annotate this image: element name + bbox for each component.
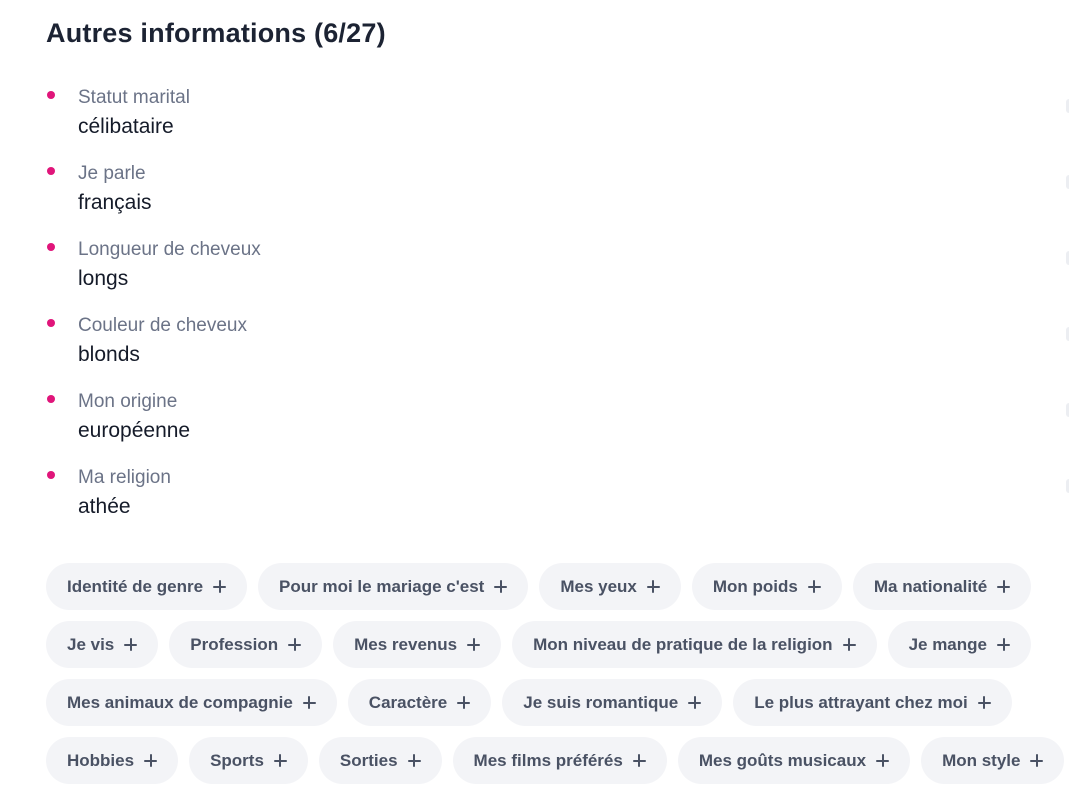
chip-label: Mon style: [942, 750, 1021, 770]
add-profession-chip[interactable]: Profession: [169, 621, 323, 668]
chip-row: Je vis Profession Mes revenus Mon niveau…: [46, 621, 1069, 668]
plus-icon: [646, 580, 660, 593]
plus-icon: [467, 638, 481, 651]
info-list: Statut marital célibataire Je parle fran…: [46, 84, 261, 540]
chip-label: Mes revenus: [354, 634, 458, 654]
bullet-dot-icon: [47, 167, 55, 175]
add-sports-chip[interactable]: Sports: [189, 737, 308, 784]
chip-label: Mes goûts musicaux: [698, 750, 867, 770]
chip-label: Pour moi le mariage c'est: [279, 576, 485, 596]
chip-label: Sorties: [339, 750, 398, 770]
chip-label: Identité de genre: [67, 576, 204, 596]
info-item-hair-color: Couleur de cheveux blonds: [46, 312, 261, 388]
chip-label: Profession: [190, 634, 279, 654]
chip-label: Mes yeux: [560, 576, 637, 596]
info-label: Je parle: [78, 163, 146, 184]
plus-icon: [1030, 754, 1044, 767]
bullet-dot-icon: [47, 471, 55, 479]
info-value: athée: [78, 495, 131, 518]
chip-row: Identité de genre Pour moi le mariage c'…: [46, 563, 1069, 610]
add-romantic-chip[interactable]: Je suis romantique: [502, 679, 723, 726]
plus-icon: [997, 638, 1010, 651]
add-style-chip[interactable]: Mon style: [921, 737, 1065, 784]
chip-label: Je suis romantique: [523, 692, 679, 712]
plus-icon: [977, 696, 991, 709]
info-label: Statut marital: [78, 87, 190, 108]
bullet-dot-icon: [47, 319, 55, 327]
bullet-dot-icon: [47, 243, 55, 251]
bullet-dot-icon: [47, 91, 55, 99]
info-label: Ma religion: [78, 467, 171, 488]
plus-icon: [288, 638, 302, 651]
plus-icon: [302, 696, 316, 709]
chip-label: Je mange: [908, 634, 987, 654]
section-title: Autres informations (6/27): [46, 18, 386, 48]
plus-icon: [273, 754, 287, 767]
plus-icon: [997, 580, 1011, 593]
add-most-attractive-chip[interactable]: Le plus attrayant chez moi: [733, 679, 1012, 726]
add-info-chips: Identité de genre Pour moi le mariage c'…: [46, 563, 1069, 790]
plus-icon: [457, 696, 471, 709]
chip-label: Ma nationalité: [873, 576, 988, 596]
plus-icon: [144, 754, 158, 767]
plus-icon: [213, 580, 227, 593]
plus-icon: [407, 754, 421, 767]
add-eyes-chip[interactable]: Mes yeux: [539, 563, 681, 610]
info-value: longs: [78, 267, 129, 290]
add-marriage-view-chip[interactable]: Pour moi le mariage c'est: [258, 563, 529, 610]
info-label: Mon origine: [78, 391, 178, 412]
profile-other-info-page: Autres informations (6/27) Statut marita…: [0, 0, 1069, 790]
chip-label: Hobbies: [67, 750, 135, 770]
chip-row: Mes animaux de compagnie Caractère Je su…: [46, 679, 1069, 726]
add-weight-chip[interactable]: Mon poids: [691, 563, 842, 610]
info-item-hair-length: Longueur de cheveux longs: [46, 236, 261, 312]
chip-label: Mes films préférés: [473, 750, 623, 770]
info-value: célibataire: [78, 115, 174, 138]
plus-icon: [124, 638, 138, 651]
chip-label: Mon niveau de pratique de la religion: [533, 634, 833, 654]
add-pets-chip[interactable]: Mes animaux de compagnie: [46, 679, 337, 726]
plus-icon: [632, 754, 646, 767]
info-item-religion: Ma religion athée: [46, 464, 261, 540]
add-favorite-films-chip[interactable]: Mes films préférés: [452, 737, 667, 784]
add-living-chip[interactable]: Je vis: [46, 621, 159, 668]
info-value: français: [78, 191, 152, 214]
info-value: européenne: [78, 419, 191, 442]
plus-icon: [842, 638, 856, 651]
chip-label: Le plus attrayant chez moi: [754, 692, 968, 712]
plus-icon: [807, 580, 821, 593]
add-income-chip[interactable]: Mes revenus: [333, 621, 502, 668]
info-label: Couleur de cheveux: [78, 315, 247, 336]
plus-icon: [494, 580, 508, 593]
info-item-marital-status: Statut marital célibataire: [46, 84, 261, 160]
add-music-taste-chip[interactable]: Mes goûts musicaux: [677, 737, 911, 784]
chip-label: Mon poids: [712, 576, 798, 596]
chip-label: Caractère: [368, 692, 448, 712]
add-character-chip[interactable]: Caractère: [347, 679, 492, 726]
add-religion-practice-chip[interactable]: Mon niveau de pratique de la religion: [512, 621, 877, 668]
add-diet-chip[interactable]: Je mange: [887, 621, 1031, 668]
info-item-origin: Mon origine européenne: [46, 388, 261, 464]
plus-icon: [688, 696, 702, 709]
chip-label: Sports: [210, 750, 264, 770]
add-gender-identity-chip[interactable]: Identité de genre: [46, 563, 248, 610]
plus-icon: [876, 754, 890, 767]
chip-row: Hobbies Sports Sorties Mes films préféré…: [46, 737, 1069, 784]
info-item-languages: Je parle français: [46, 160, 261, 236]
bullet-dot-icon: [47, 395, 55, 403]
chip-label: Mes animaux de compagnie: [67, 692, 293, 712]
info-label: Longueur de cheveux: [78, 239, 261, 260]
add-outings-chip[interactable]: Sorties: [318, 737, 442, 784]
add-hobbies-chip[interactable]: Hobbies: [46, 737, 179, 784]
info-value: blonds: [78, 343, 140, 366]
add-nationality-chip[interactable]: Ma nationalité: [852, 563, 1032, 610]
chip-label: Je vis: [67, 634, 115, 654]
